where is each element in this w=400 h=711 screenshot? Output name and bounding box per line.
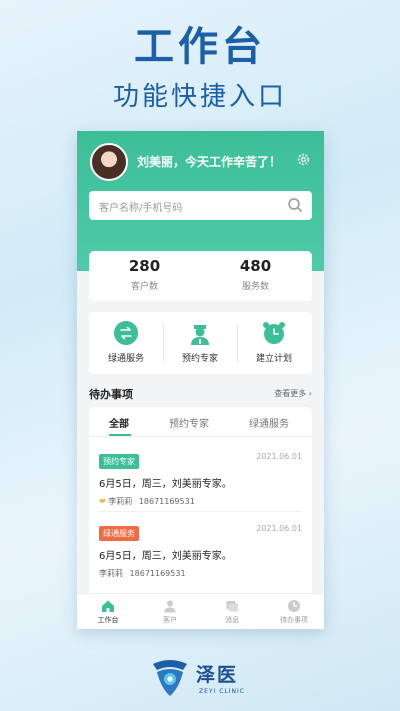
stat-customers[interactable]: 280 客户数 (89, 257, 200, 292)
tabbar-item-workbench[interactable]: 工作台 (77, 599, 139, 625)
quick-label: 预约专家 (181, 354, 218, 364)
phone-screen: 刘美丽，今天工作辛苦了！ 客户名称/手机号码 280 客户数 480 服务数 绿… (77, 131, 324, 629)
todo-item[interactable]: 预约专家 2021.06.01 6月5日，周三，刘美丽专家。 ❤ 李莉莉 186… (99, 449, 302, 507)
avatar[interactable] (90, 143, 128, 181)
promo-subtitle: 功能快捷入口 (112, 82, 287, 112)
contact-phone: 18671169531 (129, 569, 186, 578)
message-icon (226, 601, 238, 612)
bottom-tabbar: 工作台 客户 消息 待办事项 (77, 593, 324, 629)
item-text: 6月5日，周三，刘美丽专家。 (99, 479, 232, 490)
todo-header: 待办事项 查看更多 › (89, 386, 312, 402)
quick-create-plan-button[interactable]: 建立计划 (237, 320, 311, 364)
status-badge: 预约专家 (99, 454, 139, 469)
promo-title: 工作台 (134, 24, 266, 70)
alarm-clock-icon (263, 322, 285, 344)
active-tab-indicator (109, 434, 131, 436)
stat-value: 480 (239, 257, 272, 275)
divider (99, 511, 302, 512)
tab-green-channel[interactable]: 绿通服务 (249, 415, 289, 430)
search-input[interactable]: 客户名称/手机号码 (89, 191, 312, 220)
contact-name: 李莉莉 (108, 497, 133, 506)
quick-label: 绿通服务 (107, 354, 144, 364)
todo-title: 待办事项 (89, 388, 133, 401)
tabbar-label: 工作台 (97, 616, 119, 624)
contact-phone: 18671169531 (138, 497, 195, 506)
item-text: 6月5日，周三，刘美丽专家。 (99, 551, 232, 562)
home-icon (102, 600, 114, 612)
clock-icon (288, 600, 300, 612)
tab-all[interactable]: 全部 (109, 415, 129, 430)
stat-label: 服务数 (241, 282, 269, 292)
todo-tabs: 全部 预约专家 绿通服务 (89, 407, 312, 437)
header: 刘美丽，今天工作辛苦了！ 客户名称/手机号码 (77, 131, 324, 271)
stat-label: 客户数 (130, 282, 158, 292)
brand-logo-icon (153, 660, 187, 696)
quick-actions: 绿通服务 预约专家 建立计划 (89, 312, 312, 374)
tabbar-item-customers[interactable]: 客户 (139, 599, 201, 625)
quick-label: 建立计划 (255, 354, 292, 364)
person-icon (164, 600, 176, 613)
stats-card: 280 客户数 480 服务数 (89, 251, 312, 301)
item-meta: ❤ 李莉莉 18671169531 (99, 496, 302, 507)
tabbar-label: 消息 (225, 616, 239, 624)
item-date: 2021.06.01 (256, 524, 302, 533)
stat-value: 280 (128, 257, 161, 275)
tabbar-item-messages[interactable]: 消息 (201, 599, 263, 625)
heart-icon: ❤ (99, 497, 106, 506)
quick-green-channel-button[interactable]: 绿通服务 (89, 320, 163, 364)
tabbar-label: 待办事项 (280, 616, 308, 624)
greeting-text: 刘美丽，今天工作辛苦了！ (137, 155, 282, 169)
exchange-icon (114, 321, 138, 345)
todo-card: 全部 预约专家 绿通服务 预约专家 2021.06.01 6月5日，周三，刘美丽… (89, 407, 312, 607)
todo-item[interactable]: 绿通服务 2021.06.01 6月5日，周三，刘美丽专家。 李莉莉 18671… (99, 521, 302, 579)
status-badge: 绿通服务 (99, 526, 139, 541)
search-placeholder: 客户名称/手机号码 (99, 203, 183, 214)
brand-name: 泽医 (196, 664, 239, 686)
view-more-link[interactable]: 查看更多 › (274, 388, 312, 399)
gear-icon[interactable] (296, 152, 311, 167)
search-icon[interactable] (287, 197, 303, 213)
stat-services[interactable]: 480 服务数 (200, 257, 311, 292)
quick-book-expert-button[interactable]: 预约专家 (163, 320, 237, 364)
item-date: 2021.06.01 (256, 452, 302, 461)
tabbar-item-todo[interactable]: 待办事项 (263, 599, 324, 625)
tabbar-label: 客户 (163, 616, 177, 624)
tab-book-expert[interactable]: 预约专家 (169, 415, 209, 430)
doctor-icon (191, 325, 209, 345)
contact-name: 李莉莉 (99, 569, 123, 578)
brand-subtitle: ZEYI CLINIC (199, 688, 245, 695)
item-meta: 李莉莉 18671169531 (99, 568, 302, 579)
